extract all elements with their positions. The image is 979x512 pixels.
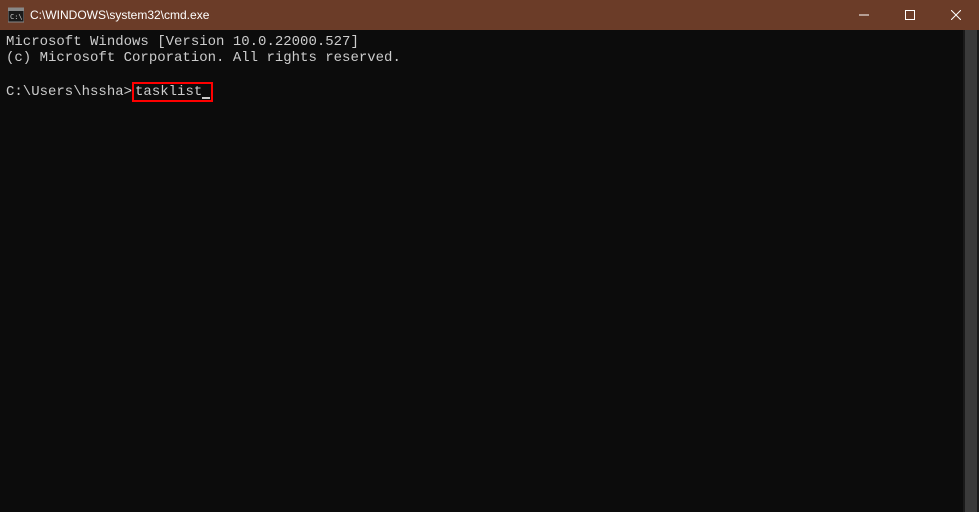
window-controls xyxy=(841,0,979,30)
command-text: tasklist xyxy=(135,84,202,100)
close-button[interactable] xyxy=(933,0,979,30)
command-highlight: tasklist xyxy=(132,82,213,102)
scrollbar-track[interactable] xyxy=(963,30,979,512)
copyright-line: (c) Microsoft Corporation. All rights re… xyxy=(6,50,972,66)
prompt-line: C:\Users\hssha>tasklist xyxy=(6,82,972,102)
titlebar[interactable]: C:\ C:\WINDOWS\system32\cmd.exe xyxy=(0,0,979,30)
scrollbar-thumb[interactable] xyxy=(965,30,977,512)
svg-text:C:\: C:\ xyxy=(10,13,23,21)
command-prompt-window: C:\ C:\WINDOWS\system32\cmd.exe xyxy=(0,0,979,512)
prompt-text: C:\Users\hssha> xyxy=(6,84,132,100)
cursor xyxy=(202,97,210,99)
maximize-button[interactable] xyxy=(887,0,933,30)
terminal-output[interactable]: Microsoft Windows [Version 10.0.22000.52… xyxy=(0,30,979,512)
cmd-icon: C:\ xyxy=(8,7,24,23)
minimize-button[interactable] xyxy=(841,0,887,30)
window-title: C:\WINDOWS\system32\cmd.exe xyxy=(30,8,841,22)
version-line: Microsoft Windows [Version 10.0.22000.52… xyxy=(6,34,972,50)
